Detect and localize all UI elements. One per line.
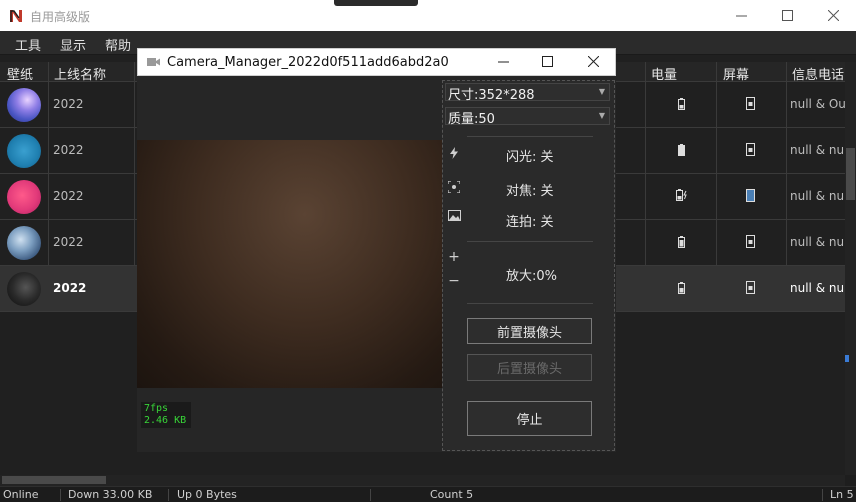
phone-screen-icon: [746, 143, 755, 156]
vertical-scrollbar[interactable]: [845, 62, 856, 475]
online-name-cell: 2022: [53, 281, 87, 295]
zoom-in-icon[interactable]: +: [447, 249, 461, 265]
status-divider: [822, 489, 823, 501]
scroll-marker: [845, 355, 849, 362]
flash-status[interactable]: 闪光: 关: [506, 146, 554, 165]
status-upload: Up 0 Bytes: [177, 488, 237, 501]
app-logo-icon: [8, 8, 24, 24]
focus-icon-glyph: [448, 181, 460, 193]
avatar: [7, 272, 41, 306]
col-screen[interactable]: 屏幕: [723, 64, 749, 83]
flash-icon[interactable]: [447, 146, 461, 160]
col-info-phone[interactable]: 信息电话: [792, 64, 844, 83]
top-drag-strip: [334, 0, 418, 6]
burst-status[interactable]: 连拍: 关: [506, 211, 554, 230]
status-divider: [370, 489, 371, 501]
online-name-cell: 2022: [53, 143, 84, 157]
stop-button[interactable]: 停止: [467, 401, 592, 436]
phone-screen-icon: [746, 97, 755, 110]
camera-dialog-title: Camera_Manager_2022d0f511add6abd2a0: [167, 55, 449, 70]
camera-minimize-button[interactable]: [480, 47, 526, 75]
status-count: Count 5: [430, 488, 474, 501]
vertical-scroll-thumb[interactable]: [846, 148, 855, 200]
quality-select[interactable]: 质量:50 ▼: [445, 107, 610, 127]
close-icon: [827, 10, 839, 21]
zoom-status: 放大:0%: [506, 269, 558, 284]
divider: [467, 303, 593, 304]
divider: [467, 241, 593, 242]
battery-charging-icon: [676, 189, 687, 201]
menu-view[interactable]: 显示: [60, 35, 86, 54]
quality-select-value: 质量:50: [448, 112, 495, 127]
battery-icon: [678, 282, 685, 294]
battery-icon: [678, 236, 685, 248]
close-icon: [587, 55, 599, 67]
col-wallpaper[interactable]: 壁纸: [7, 64, 33, 83]
focus-icon[interactable]: [447, 180, 461, 194]
camera-dialog-title-bar: Camera_Manager_2022d0f511add6abd2a0: [137, 48, 616, 76]
status-line: Ln 5: [830, 488, 854, 501]
menu-help[interactable]: 帮助: [105, 35, 131, 54]
chevron-down-icon: ▼: [598, 87, 605, 96]
camera-maximize-button[interactable]: [524, 47, 570, 75]
fps-overlay: 7fps 2.46 KB: [141, 402, 191, 428]
info-phone-cell: null & null: [790, 281, 851, 295]
image-icon: [447, 209, 461, 221]
avatar: [7, 226, 41, 260]
divider: [467, 136, 593, 137]
zoom-out-icon[interactable]: −: [447, 273, 461, 289]
chevron-down-icon: ▼: [598, 111, 605, 120]
phone-screen-icon: [746, 281, 755, 294]
col-battery[interactable]: 电量: [651, 64, 677, 83]
maximize-icon: [541, 55, 553, 67]
horizontal-scrollbar[interactable]: [0, 475, 845, 486]
burst-icon[interactable]: [447, 208, 461, 222]
minimize-button[interactable]: [718, 0, 764, 31]
front-camera-button[interactable]: 前置摄像头: [467, 318, 592, 344]
flash-icon-glyph: [450, 147, 458, 159]
status-divider: [168, 489, 169, 501]
camera-preview: [137, 140, 442, 388]
main-title-bar: 自用高级版: [0, 0, 856, 31]
menu-tools[interactable]: 工具: [15, 35, 41, 54]
battery-icon: [678, 98, 685, 110]
bytes-value: 2.46 KB: [144, 415, 187, 426]
status-divider: [60, 489, 61, 501]
online-name-cell: 2022: [53, 189, 84, 203]
camera-icon: [147, 58, 160, 66]
fps-value: 7fps: [144, 403, 169, 414]
size-select[interactable]: 尺寸:352*288 ▼: [445, 83, 610, 103]
avatar: [7, 134, 41, 168]
app-title: 自用高级版: [30, 10, 91, 24]
online-name-cell: 2022: [53, 97, 84, 111]
minimize-icon: [497, 61, 509, 62]
avatar: [7, 180, 41, 214]
status-online: Online: [3, 488, 39, 501]
camera-close-button[interactable]: [570, 47, 616, 75]
back-camera-button[interactable]: 后置摄像头: [467, 354, 592, 381]
info-phone-cell: null & null: [790, 235, 851, 249]
battery-icon: [678, 144, 685, 156]
maximize-icon: [781, 10, 793, 21]
phone-screen-icon: [746, 235, 755, 248]
horizontal-scroll-thumb[interactable]: [2, 476, 106, 484]
maximize-button[interactable]: [764, 0, 810, 31]
close-button[interactable]: [810, 0, 856, 31]
minimize-icon: [735, 15, 747, 17]
col-online-name[interactable]: 上线名称: [54, 64, 106, 83]
info-phone-cell: null & Out: [790, 97, 851, 111]
status-download: Down 33.00 KB: [68, 488, 153, 501]
phone-screen-on-icon: [746, 189, 755, 202]
size-select-value: 尺寸:352*288: [448, 88, 535, 103]
online-name-cell: 2022: [53, 235, 84, 249]
avatar: [7, 88, 41, 122]
focus-status[interactable]: 对焦: 关: [506, 180, 554, 199]
info-phone-cell: null & null: [790, 189, 851, 203]
info-phone-cell: null & null: [790, 143, 851, 157]
